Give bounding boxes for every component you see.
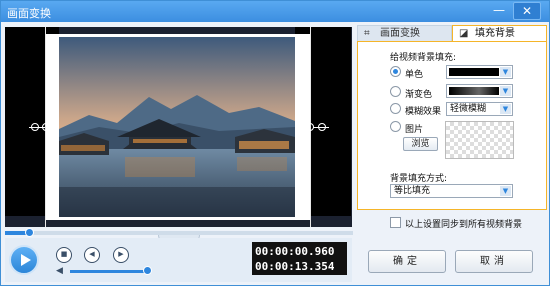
radio-gradient[interactable]: [390, 86, 401, 97]
left-resize-handle[interactable]: [31, 123, 39, 131]
chevron-down-icon: ▼: [500, 104, 511, 114]
label-blur: 模糊效果: [405, 107, 442, 117]
chevron-down-icon: ▼: [500, 186, 511, 196]
right-handle-line: [313, 127, 329, 128]
fill-heading: 给视频背景填充:: [390, 53, 457, 63]
next-frame-button[interactable]: ▶: [113, 247, 129, 263]
fill-method-select[interactable]: 等比填充 ▼: [390, 184, 513, 198]
tab-transform-label: 画面变换: [380, 28, 420, 39]
time-display: 00:00:00.960 00:00:13.354: [252, 242, 347, 275]
crop-icon: ⌗: [364, 28, 370, 39]
confirm-button[interactable]: 确定: [368, 250, 446, 273]
gradient-swatch: [449, 87, 499, 95]
gradient-color-picker[interactable]: ▼: [446, 84, 513, 98]
current-time: 00:00:00.960: [255, 245, 335, 258]
minimize-button[interactable]: —: [485, 2, 513, 20]
chevron-down-icon: ▼: [500, 67, 511, 77]
video-frame: [59, 37, 295, 217]
blur-level-select[interactable]: 轻微模糊 ▼: [446, 102, 513, 116]
label-gradient: 渐变色: [405, 90, 433, 100]
total-time: 00:00:13.354: [255, 260, 335, 273]
browse-button[interactable]: 浏览: [403, 137, 438, 151]
preview-stage: [45, 34, 310, 220]
chevron-down-icon: ▼: [500, 86, 511, 96]
radio-image[interactable]: [390, 121, 401, 132]
tab-fill-background[interactable]: ◪ 填充背景: [452, 25, 547, 42]
radio-solid-color[interactable]: [390, 66, 401, 77]
volume-slider[interactable]: [70, 270, 147, 273]
blur-level-value: 轻微模糊: [450, 104, 487, 114]
previous-frame-button[interactable]: ◀: [84, 247, 100, 263]
tab-transform[interactable]: ⌗ 画面变换: [357, 25, 452, 42]
sync-all-label: 以上设置同步到所有视频背景: [405, 220, 523, 230]
fill-icon: ◪: [459, 28, 469, 39]
label-image: 图片: [405, 125, 424, 135]
title-bar: 画面变换 — ✕: [1, 1, 549, 22]
volume-icon[interactable]: ◀: [56, 266, 63, 276]
fill-method-heading: 背景填充方式:: [390, 174, 448, 184]
window-title: 画面变换: [7, 7, 51, 20]
left-inner-handle[interactable]: [42, 123, 50, 131]
cancel-button[interactable]: 取消: [455, 250, 533, 273]
close-button[interactable]: ✕: [513, 2, 541, 20]
solid-color-picker[interactable]: ▼: [446, 65, 513, 79]
tab-fill-label: 填充背景: [475, 28, 515, 39]
settings-tabs: ⌗ 画面变换 ◪ 填充背景: [357, 25, 547, 42]
solid-color-swatch: [449, 68, 499, 76]
video-preview: [5, 27, 352, 227]
image-preview: [445, 121, 514, 159]
radio-blur[interactable]: [390, 103, 401, 114]
sync-all-checkbox[interactable]: [390, 217, 401, 228]
play-button[interactable]: [9, 245, 39, 275]
volume-handle[interactable]: [143, 266, 152, 275]
label-solid-color: 单色: [405, 70, 424, 80]
stop-button[interactable]: ■: [56, 247, 72, 263]
fill-method-value: 等比填充: [394, 186, 431, 196]
